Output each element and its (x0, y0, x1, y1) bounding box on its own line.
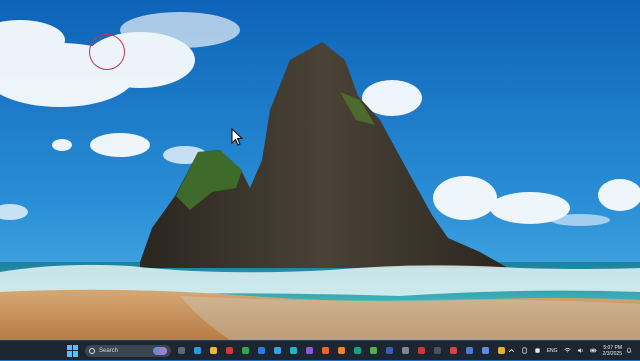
chrome-icon (369, 347, 377, 354)
app-navy-icon (385, 347, 393, 354)
store-app-icon (225, 347, 233, 354)
taskbar-app-button-17[interactable] (432, 345, 443, 356)
app-dark-icon (433, 347, 441, 354)
speaker-icon (577, 348, 583, 353)
battery-button[interactable] (589, 347, 597, 354)
notifications-bell-icon[interactable] (626, 347, 632, 354)
app-teal-icon (353, 347, 361, 354)
search-highlight-icon (153, 346, 167, 355)
app-blue-icon (257, 347, 265, 354)
taskbar: Search ENG 5:07 PM 2/3/2025 (0, 340, 640, 360)
tray-app-icon[interactable] (521, 347, 528, 354)
app-yellow-icon (497, 347, 505, 354)
chevron-up-icon (508, 349, 514, 353)
app-red-icon (417, 347, 425, 354)
taskbar-app-button-15[interactable] (400, 345, 411, 356)
taskbar-app-button-2[interactable] (192, 345, 203, 356)
app-cyan-icon (289, 347, 297, 354)
taskbar-app-button-1[interactable] (176, 345, 187, 356)
taskbar-app-button-20[interactable] (480, 345, 491, 356)
onedrive-icon (535, 348, 540, 353)
search-icon (89, 347, 95, 354)
system-tray: ENG 5:07 PM 2/3/2025 (505, 341, 640, 360)
taskbar-app-button-5[interactable] (240, 345, 251, 356)
battery-icon (589, 348, 597, 353)
taskbar-search-box[interactable]: Search (85, 344, 171, 357)
app-blue2-icon (465, 347, 473, 354)
taskbar-app-button-19[interactable] (464, 345, 475, 356)
taskbar-app-button-18[interactable] (448, 345, 459, 356)
app-orange-icon (337, 347, 345, 354)
show-hidden-icons-button[interactable] (508, 347, 515, 354)
task-view-icon (177, 347, 185, 354)
taskbar-app-button-4[interactable] (224, 345, 235, 356)
edge-icon (193, 347, 201, 354)
taskbar-app-button-3[interactable] (208, 345, 219, 356)
firefox-icon (321, 347, 329, 354)
cursor-highlight-ring (89, 34, 125, 70)
volume-button[interactable] (577, 347, 584, 354)
network-button[interactable] (564, 347, 571, 354)
taskbar-app-button-10[interactable] (320, 345, 331, 356)
search-placeholder: Search (99, 347, 119, 354)
app-gray-icon (401, 347, 409, 354)
taskbar-app-button-8[interactable] (288, 345, 299, 356)
language-indicator[interactable]: ENG (547, 348, 558, 354)
wifi-icon (564, 348, 571, 353)
clock-date: 2/3/2025 (602, 350, 622, 357)
taskbar-app-button-12[interactable] (352, 345, 363, 356)
taskbar-app-button-14[interactable] (384, 345, 395, 356)
file-explorer-icon (209, 347, 217, 354)
app-red2-icon (449, 347, 457, 354)
taskbar-app-button-7[interactable] (272, 345, 283, 356)
tray-app-icon-2[interactable] (534, 347, 541, 354)
app-blue3-icon (481, 347, 489, 354)
photos-icon (273, 347, 281, 354)
app-green-icon (241, 347, 249, 354)
start-button[interactable] (67, 344, 79, 357)
phone-link-icon (522, 347, 527, 354)
app-purple-icon (305, 347, 313, 354)
taskbar-app-button-13[interactable] (368, 345, 379, 356)
taskbar-app-button-16[interactable] (416, 345, 427, 356)
taskbar-app-button-11[interactable] (336, 345, 347, 356)
taskbar-app-button-9[interactable] (304, 345, 315, 356)
windows-logo-icon (67, 344, 72, 350)
mouse-pointer-icon (231, 128, 243, 146)
taskbar-apps: Search (0, 341, 509, 361)
taskbar-clock[interactable]: 5:07 PM 2/3/2025 (603, 345, 622, 357)
pinned-apps (173, 345, 509, 356)
taskbar-app-button-6[interactable] (256, 345, 267, 356)
